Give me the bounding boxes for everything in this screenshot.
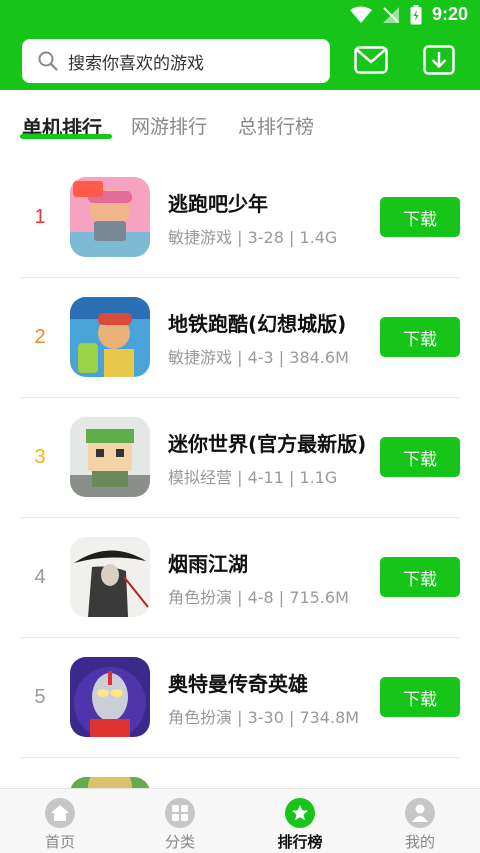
- bottom-nav: 首页 分类 排行榜 我的: [0, 788, 480, 853]
- nav-label: 排行榜: [277, 833, 323, 851]
- person-icon: [405, 798, 435, 828]
- active-tab-indicator: [20, 134, 112, 139]
- app-name: 逃跑吧少年: [168, 192, 268, 216]
- download-icon: [423, 45, 455, 75]
- rank-number: 1: [34, 206, 46, 228]
- app-icon[interactable]: [70, 177, 150, 257]
- game-icon-mini-world: [70, 417, 150, 497]
- rank-number: 4: [34, 566, 46, 588]
- app-meta: 角色扮演 | 4-8 | 715.6M: [168, 588, 349, 607]
- list-item[interactable]: 5 奥特曼传奇英雄 角色扮演 | 3-30 | 734.8M 下载: [0, 638, 480, 758]
- wifi-icon: [349, 6, 372, 23]
- ranking-tabs: 单机排行 网游排行 总排行榜: [0, 90, 480, 150]
- app-meta: 角色扮演 | 3-30 | 734.8M: [168, 708, 360, 727]
- app-icon[interactable]: [70, 297, 150, 377]
- nav-mine[interactable]: 我的: [360, 789, 480, 853]
- list-item[interactable]: 4 烟雨江湖 角色扮演 | 4-8 | 715.6M 下载: [0, 518, 480, 638]
- nav-category[interactable]: 分类: [120, 789, 240, 853]
- download-button[interactable]: 下载: [380, 317, 460, 357]
- app-name: 烟雨江湖: [168, 552, 248, 576]
- list-item[interactable]: 2 地铁跑酷(幻想城版) 敏捷游戏 | 4-3 | 384.6M 下载: [0, 278, 480, 398]
- download-button[interactable]: 下载: [380, 437, 460, 477]
- header: 搜索你喜欢的游戏: [0, 32, 480, 90]
- tab-online-ranking[interactable]: 网游排行: [131, 112, 207, 139]
- grid-icon: [165, 798, 195, 828]
- nav-ranking[interactable]: 排行榜: [240, 789, 360, 853]
- app-icon[interactable]: [70, 657, 150, 737]
- rank-number: 2: [34, 326, 46, 348]
- app-ranking-list: 1 逃跑吧少年 敏捷游戏 | 3-28 | 1.4G 下载 2 地铁跑酷(幻想城…: [0, 158, 480, 853]
- nav-label: 分类: [164, 833, 195, 851]
- no-signal-icon: [382, 6, 399, 23]
- nav-label: 我的: [404, 833, 435, 851]
- list-item[interactable]: 3 迷你世界(官方最新版) 模拟经营 | 4-11 | 1.1G 下载: [0, 398, 480, 518]
- nav-label: 首页: [44, 833, 75, 851]
- search-placeholder: 搜索你喜欢的游戏: [68, 53, 204, 74]
- tab-overall-ranking[interactable]: 总排行榜: [238, 112, 314, 139]
- app-meta: 模拟经营 | 4-11 | 1.1G: [168, 468, 338, 487]
- star-badge-icon: [285, 798, 315, 828]
- battery-icon: [410, 4, 422, 24]
- app-icon[interactable]: [70, 537, 150, 617]
- status-time: 9:20: [431, 4, 468, 24]
- message-button[interactable]: [353, 44, 389, 76]
- app-name: 奥特曼传奇英雄: [168, 672, 308, 696]
- search-input[interactable]: 搜索你喜欢的游戏: [22, 39, 330, 83]
- nav-home[interactable]: 首页: [0, 789, 120, 853]
- status-icons: 9:20: [349, 4, 468, 25]
- app-icon[interactable]: [70, 417, 150, 497]
- home-icon: [45, 798, 75, 828]
- game-icon-ultraman-heroes: [70, 657, 150, 737]
- rank-number: 5: [34, 686, 46, 708]
- download-button[interactable]: 下载: [380, 677, 460, 717]
- search-icon: [38, 51, 58, 71]
- mail-icon: [354, 46, 388, 74]
- app-meta: 敏捷游戏 | 4-3 | 384.6M: [168, 348, 349, 367]
- game-icon-escape-boy: [70, 177, 150, 257]
- download-button[interactable]: 下载: [380, 557, 460, 597]
- download-button[interactable]: 下载: [380, 197, 460, 237]
- game-icon-subway-surfers: [70, 297, 150, 377]
- rank-number: 3: [34, 446, 46, 468]
- download-manager-button[interactable]: [421, 44, 457, 76]
- status-bar: 9:20: [0, 0, 480, 32]
- game-icon-misty-rain-jianghu: [70, 537, 150, 617]
- app-name: 地铁跑酷(幻想城版): [168, 312, 347, 336]
- app-meta: 敏捷游戏 | 3-28 | 1.4G: [168, 228, 338, 247]
- list-item[interactable]: 1 逃跑吧少年 敏捷游戏 | 3-28 | 1.4G 下载: [0, 158, 480, 278]
- app-name: 迷你世界(官方最新版): [168, 432, 367, 456]
